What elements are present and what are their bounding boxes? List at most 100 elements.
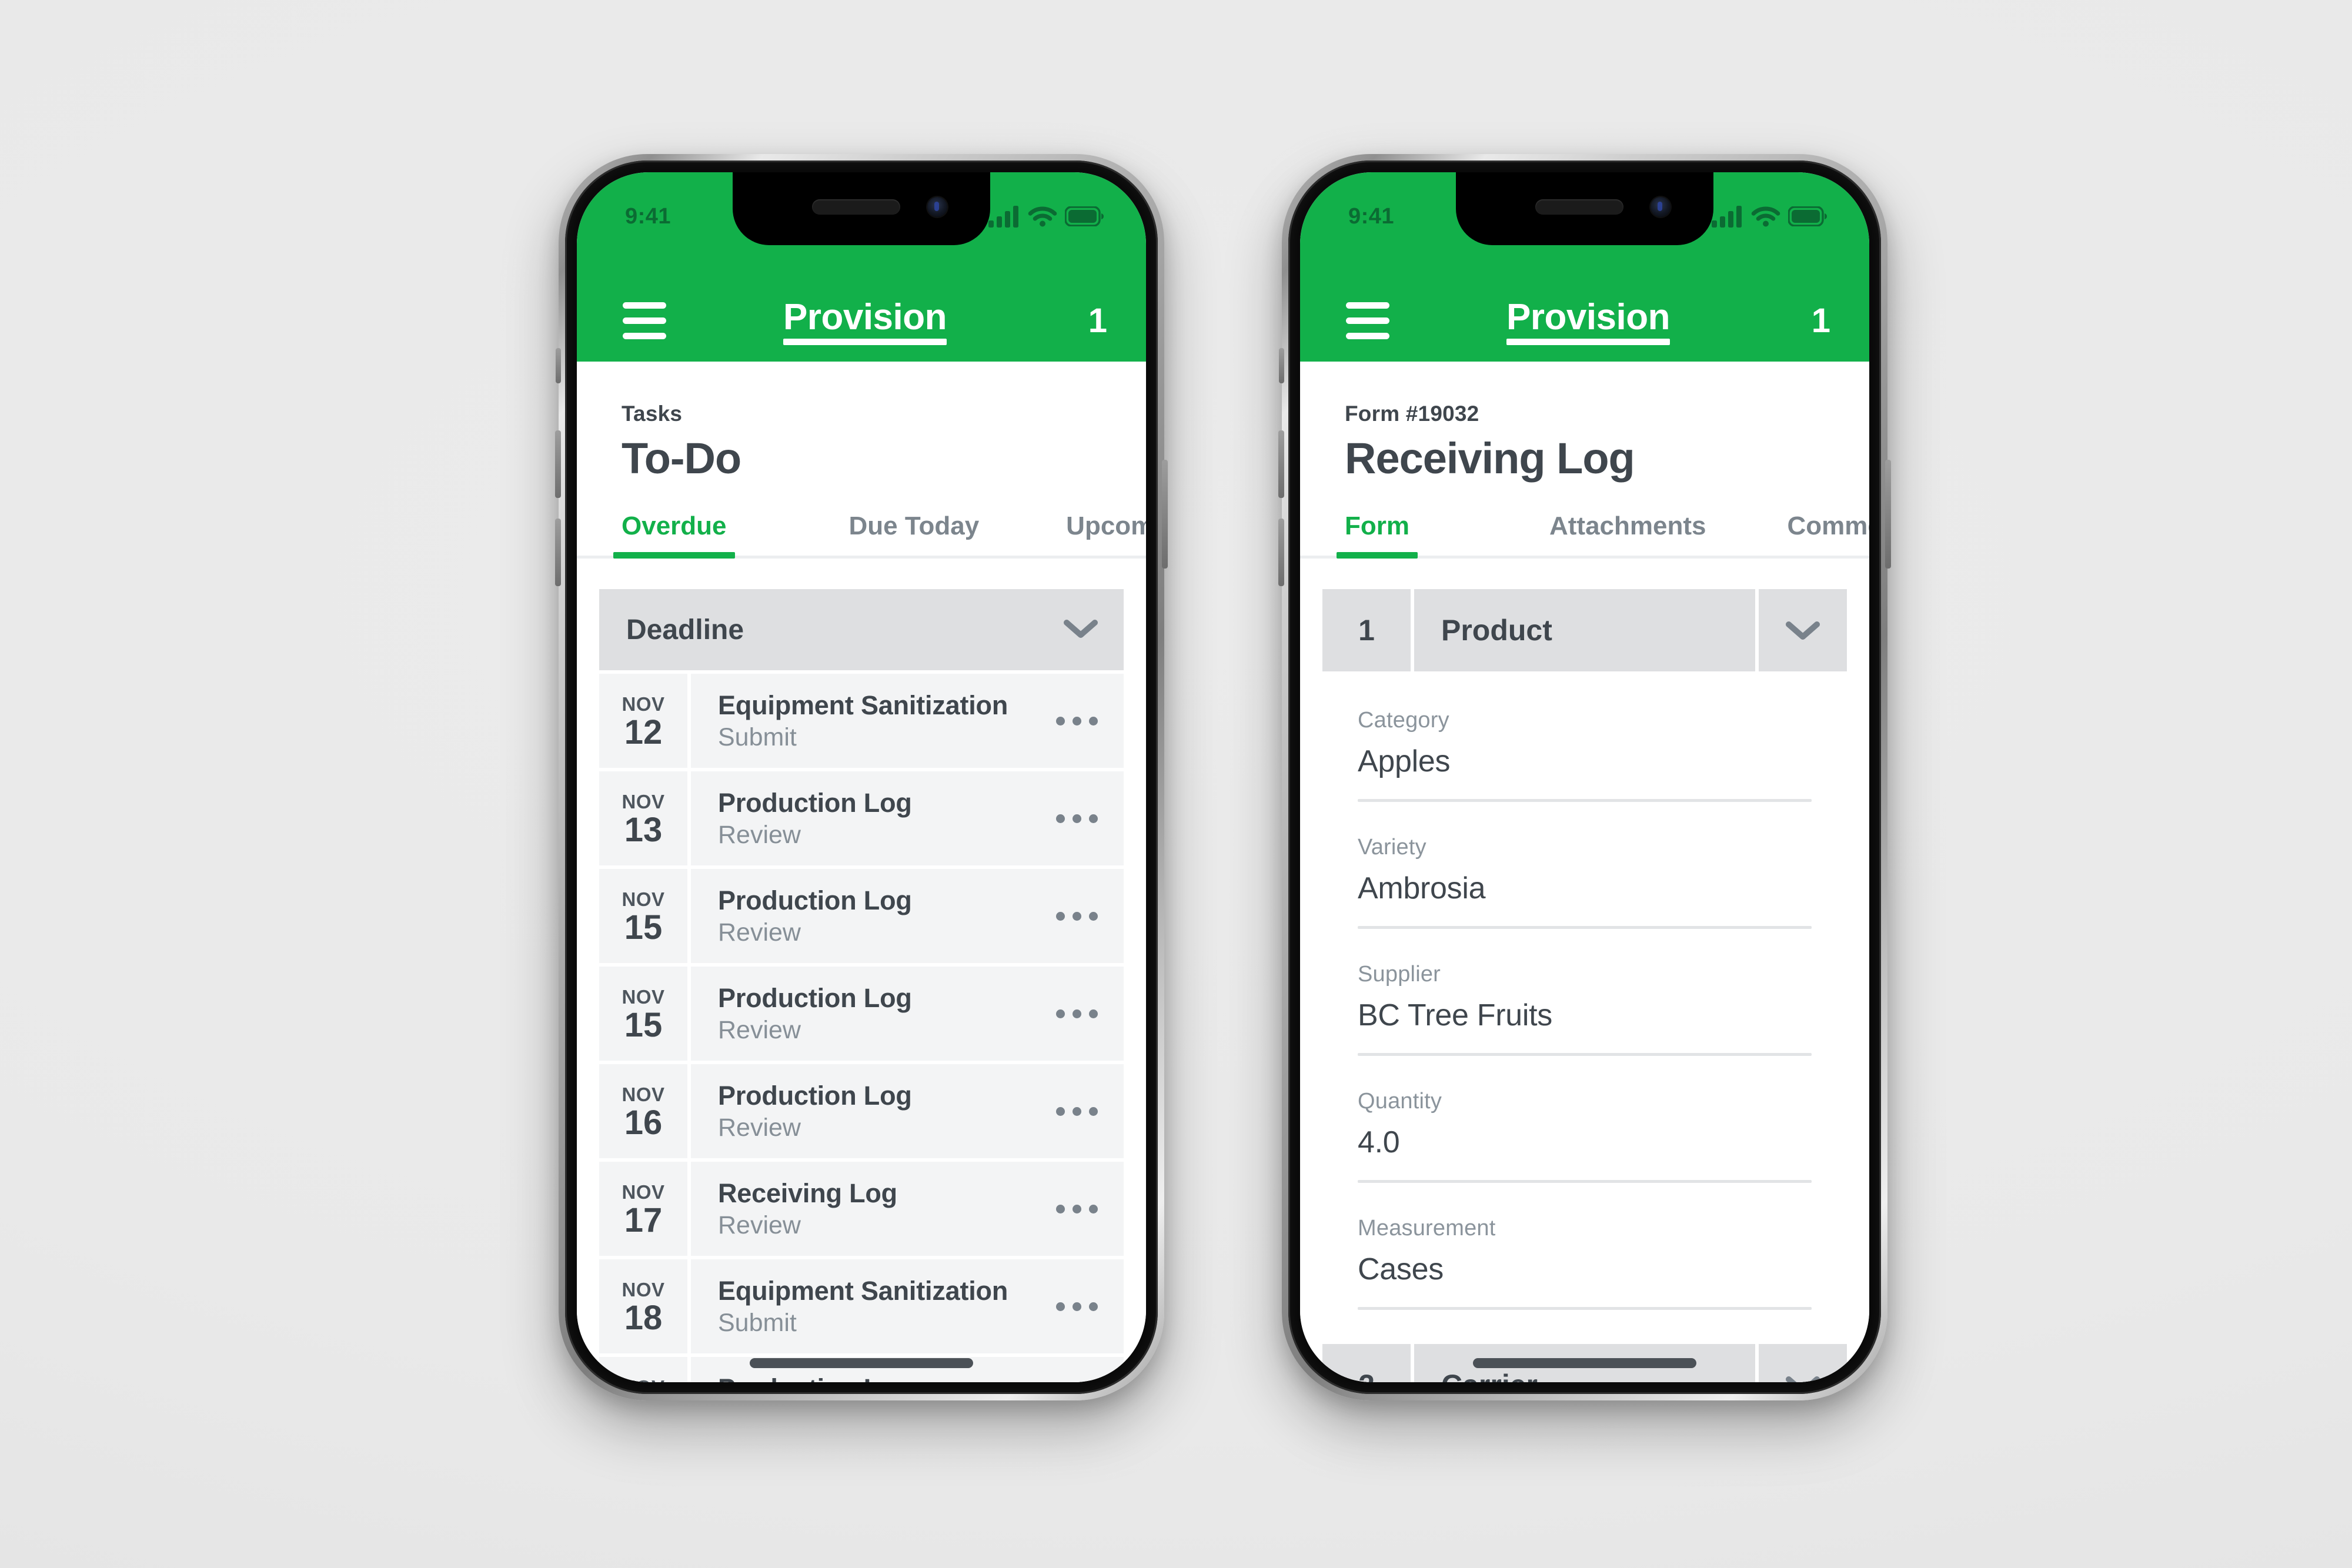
section-number: 2 (1322, 1344, 1411, 1382)
tab-overdue[interactable]: Overdue (613, 511, 735, 559)
task-date: NOV 12 (599, 674, 687, 768)
battery-icon (1788, 206, 1827, 226)
table-row[interactable]: NOV 18 Equipment Sanitization Submit (599, 1259, 1124, 1353)
field-label: Variety (1358, 835, 1426, 860)
power-button[interactable] (1162, 460, 1168, 569)
page-title: Receiving Log (1345, 434, 1635, 483)
task-month: NOV (622, 1279, 665, 1301)
hamburger-menu-icon[interactable] (1346, 302, 1389, 339)
table-row[interactable]: NOV 15 Production Log Review (599, 967, 1124, 1061)
task-action: Review (718, 918, 801, 947)
task-date: NOV 15 (599, 869, 687, 963)
section-name: Product (1414, 589, 1755, 671)
power-button[interactable] (1885, 460, 1891, 569)
task-action: Submit (718, 723, 797, 751)
status-time: 9:41 (1348, 204, 1395, 229)
field-supplier[interactable]: Supplier BC Tree Fruits (1358, 929, 1812, 1056)
task-action: Review (718, 1211, 801, 1239)
task-date: NOV 17 (599, 1162, 687, 1256)
task-content[interactable]: Equipment Sanitization Submit (691, 1259, 1124, 1353)
notification-count[interactable]: 1 (1787, 301, 1830, 340)
volume-down-button[interactable] (1278, 519, 1284, 586)
chevron-down-icon[interactable] (1063, 617, 1099, 643)
field-value: Ambrosia (1358, 871, 1486, 905)
phone-mockup-form: 9:41 Provision 1 Form #19032 Receiving L… (1278, 154, 1891, 1400)
task-month: NOV (622, 1377, 664, 1382)
chevron-down-icon[interactable] (1759, 1344, 1847, 1382)
task-action: Review (718, 820, 801, 849)
field-quantity[interactable]: Quantity 4.0 (1358, 1056, 1812, 1183)
table-row[interactable]: NOV 16 Production Log Review (599, 1064, 1124, 1158)
hamburger-menu-icon[interactable] (623, 302, 666, 339)
tab-due-today[interactable]: Due Today (841, 511, 988, 559)
task-month: NOV (622, 1084, 665, 1106)
task-title: Production Log (718, 885, 912, 915)
task-title: Equipment Sanitization (718, 1275, 1008, 1306)
task-date: NOV 13 (599, 771, 687, 865)
task-month: NOV (622, 888, 665, 911)
home-indicator[interactable] (750, 1358, 973, 1368)
field-list: Category Apples Variety Ambrosia Supplie… (1322, 675, 1847, 1310)
volume-up-button[interactable] (1278, 430, 1284, 498)
volume-up-button[interactable] (555, 430, 561, 498)
page-eyebrow: Tasks (622, 402, 683, 426)
row-overflow-menu-icon[interactable] (1044, 1302, 1098, 1311)
row-overflow-menu-icon[interactable] (1044, 716, 1098, 726)
mute-switch[interactable] (556, 348, 561, 383)
tab-bar-form: Form Attachments Comments (1300, 511, 1869, 559)
task-content[interactable]: Production Log Review (691, 869, 1124, 963)
status-bar: 9:41 (1300, 172, 1869, 279)
tab-bar-tasks: Overdue Due Today Upcoming (577, 511, 1146, 559)
section-header-product[interactable]: 1 Product (1322, 589, 1847, 671)
task-title: Production Log (718, 1373, 912, 1383)
task-title: Production Log (718, 982, 912, 1013)
home-indicator[interactable] (1473, 1358, 1696, 1368)
sort-by-deadline-bar[interactable]: Deadline (599, 589, 1124, 670)
table-row[interactable]: NOV 12 Equipment Sanitization Submit (599, 674, 1124, 768)
table-row[interactable]: NOV 13 Production Log Review (599, 771, 1124, 865)
mute-switch[interactable] (1279, 348, 1284, 383)
battery-icon (1065, 206, 1104, 226)
task-content[interactable]: Receiving Log Review (691, 1162, 1124, 1256)
row-overflow-menu-icon[interactable] (1044, 1204, 1098, 1213)
phone-screen-form: 9:41 Provision 1 Form #19032 Receiving L… (1300, 172, 1869, 1382)
app-bar: Provision 1 (1300, 279, 1869, 362)
field-value: BC Tree Fruits (1358, 998, 1552, 1032)
task-content[interactable]: Production Log Review (691, 967, 1124, 1061)
task-title: Equipment Sanitization (718, 690, 1008, 720)
earpiece-speaker (1535, 199, 1623, 215)
form-number: Form #19032 (1345, 402, 1479, 426)
field-label: Quantity (1358, 1089, 1442, 1114)
cellular-signal-icon (988, 205, 1020, 228)
notification-count[interactable]: 1 (1064, 301, 1107, 340)
app-brand-title: Provision (783, 296, 947, 345)
sort-label: Deadline (626, 614, 744, 646)
table-row[interactable]: NOV 15 Production Log Review (599, 869, 1124, 963)
task-content[interactable]: Equipment Sanitization Submit (691, 674, 1124, 768)
row-overflow-menu-icon[interactable] (1044, 911, 1098, 921)
field-value: Apples (1358, 744, 1451, 778)
field-variety[interactable]: Variety Ambrosia (1358, 802, 1812, 929)
row-overflow-menu-icon[interactable] (1044, 1009, 1098, 1018)
phone-screen-tasks: 9:41 Provision 1 Tasks To-Do Overdue Due… (577, 172, 1146, 1382)
front-camera-icon (1651, 197, 1671, 217)
field-label: Measurement (1358, 1216, 1496, 1241)
task-content[interactable]: Production Log Review (691, 1064, 1124, 1158)
row-overflow-menu-icon[interactable] (1044, 1106, 1098, 1116)
field-label: Category (1358, 708, 1449, 733)
tab-attachments[interactable]: Attachments (1541, 511, 1715, 559)
tab-comments[interactable]: Comments (1779, 511, 1870, 559)
field-category[interactable]: Category Apples (1358, 675, 1812, 802)
chevron-down-icon[interactable] (1759, 589, 1847, 671)
tab-form[interactable]: Form (1337, 511, 1418, 559)
table-row[interactable]: NOV 17 Receiving Log Review (599, 1162, 1124, 1256)
tab-upcoming[interactable]: Upcoming (1058, 511, 1146, 559)
task-day: 13 (624, 810, 663, 849)
task-action: Review (718, 1113, 801, 1142)
volume-down-button[interactable] (555, 519, 561, 586)
task-month: NOV (622, 1181, 665, 1203)
task-content[interactable]: Production Log Review (691, 771, 1124, 865)
task-title: Production Log (718, 787, 912, 818)
row-overflow-menu-icon[interactable] (1044, 814, 1098, 823)
field-measurement[interactable]: Measurement Cases (1358, 1183, 1812, 1310)
